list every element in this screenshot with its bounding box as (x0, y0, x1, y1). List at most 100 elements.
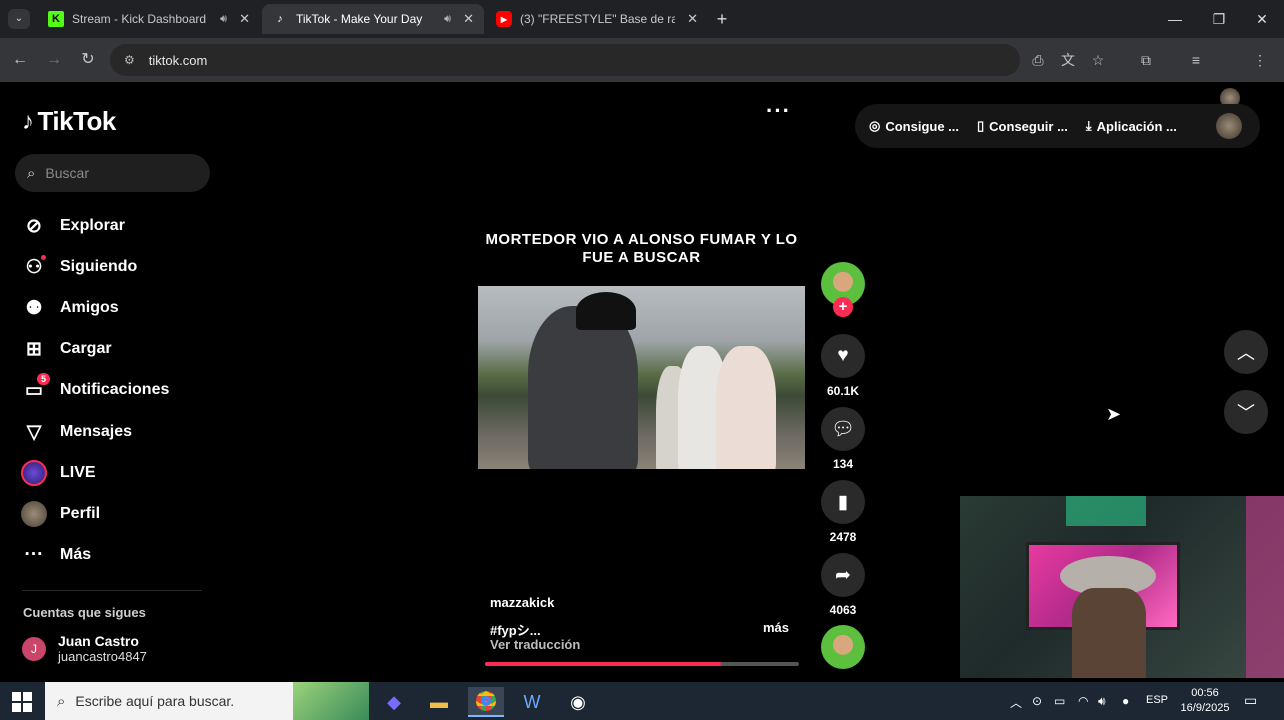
speaker-icon[interactable]: 🔊︎ (444, 13, 451, 26)
nav-notificaciones[interactable]: ▭ 5 Notificaciones (20, 373, 169, 406)
wifi-icon[interactable]: ◠ (1078, 694, 1088, 708)
get-app-button[interactable]: ▯ Conseguir ... (977, 118, 1068, 134)
minimize-icon[interactable]: — (1162, 8, 1188, 30)
reload-icon[interactable]: ↻ (78, 50, 98, 70)
comment-button[interactable]: 💬︎ (821, 407, 865, 451)
system-clock[interactable]: 00:56 16/9/2025 (1178, 686, 1232, 716)
more-icon: ··· (24, 544, 44, 565)
bookmark-star-icon[interactable]: ☆ (1088, 50, 1108, 70)
taskbar-search-input[interactable]: ⌕ Escribe aquí para buscar. (45, 682, 369, 720)
speaker-icon[interactable]: 🔊︎ (220, 13, 227, 26)
nav-amigos[interactable]: ⚉ Amigos (20, 292, 118, 324)
tab-title: Stream - Kick Dashboard (72, 12, 207, 26)
notification-center-icon[interactable]: ▭ (1244, 692, 1257, 709)
account-avatar: J (22, 636, 46, 661)
battery-icon[interactable]: ▭ (1054, 694, 1065, 708)
kick-icon: K (48, 11, 64, 27)
tab-tiktok[interactable]: ♪ TikTok - Make Your Day 🔊︎ ✕ (262, 4, 484, 34)
video-progress-bar[interactable] (485, 662, 799, 666)
search-input[interactable]: ⌕ Buscar (15, 154, 210, 192)
bookmark-icon: ▮ (837, 491, 849, 513)
previous-video-button[interactable]: ︿ (1224, 330, 1268, 374)
tray-expand-icon[interactable]: ︿ (1010, 694, 1022, 711)
divider (22, 590, 202, 591)
browser-tab-bar: ⌄ K Stream - Kick Dashboard 🔊︎ ✕ ♪ TikTo… (0, 0, 1284, 38)
upload-icon: ⊞ (26, 338, 42, 360)
comment-count: 134 (832, 457, 854, 471)
close-tab-icon[interactable]: ✕ (463, 11, 474, 27)
tab-search-button[interactable]: ⌄ (8, 9, 30, 29)
download-icon: ⤓ (1085, 118, 1092, 133)
windows-taskbar: ⌕ Escribe aquí para buscar. ◆ ▬ W ◉ ︿ ⊙ … (0, 682, 1284, 720)
video-caption-overlay: MORTEDOR VIO A ALONSO FUMAR Y LO FUE A B… (485, 231, 798, 266)
back-icon[interactable]: ← (10, 50, 30, 70)
nav-live[interactable]: LIVE (20, 457, 96, 489)
nav-cargar[interactable]: ⊞ Cargar (20, 333, 112, 365)
get-coins-button[interactable]: ◎ Consigue ... (869, 118, 959, 134)
close-tab-icon[interactable]: ✕ (239, 11, 250, 27)
chrome-icon[interactable] (468, 687, 504, 717)
next-video-button[interactable]: ﹀ (1224, 390, 1268, 434)
share-icon: ➦ (835, 564, 851, 586)
like-button[interactable]: ♥ (821, 334, 865, 378)
tiktok-logo[interactable]: ♪ TikTok (22, 106, 116, 137)
video-figure (528, 306, 638, 469)
comment-icon: 💬︎ (830, 419, 856, 440)
nav-siguiendo[interactable]: ⚇ Siguiendo (20, 251, 137, 283)
share-button[interactable]: ➦ (821, 553, 865, 597)
video-username[interactable]: mazzakick (490, 595, 554, 610)
volume-icon[interactable]: 🔊︎ (1098, 694, 1106, 709)
more-description-button[interactable]: más (763, 620, 789, 635)
copilot-icon[interactable]: ◆ (376, 687, 412, 717)
install-app-icon[interactable]: ⎙ (1028, 50, 1048, 70)
following-account-item[interactable]: J Juan Castro juancastro4847 (22, 633, 147, 664)
tab-youtube[interactable]: ▶ (3) "FREESTYLE" Base de rap | Pi ✕ (486, 4, 708, 34)
video-figure (716, 346, 776, 469)
file-explorer-icon[interactable]: ▬ (421, 687, 457, 717)
language-indicator[interactable]: ESP (1146, 694, 1168, 706)
account-handle: juancastro4847 (58, 649, 147, 664)
media-controls-icon[interactable]: ≡ (1186, 50, 1206, 70)
close-window-icon[interactable]: ✕ (1249, 8, 1275, 30)
webcam-light (1066, 496, 1146, 526)
extensions-icon[interactable]: ⧉ (1136, 50, 1156, 70)
chevron-up-icon: ︿ (1237, 343, 1255, 363)
obs-icon[interactable]: ◉ (560, 687, 596, 717)
windows-start-icon[interactable] (12, 692, 32, 712)
notification-badge: 5 (36, 373, 50, 385)
coin-icon: ◎ (869, 118, 881, 133)
forward-icon[interactable]: → (44, 50, 64, 70)
video-options-icon[interactable]: ··· (766, 98, 791, 124)
tab-title: TikTok - Make Your Day (296, 12, 423, 26)
user-avatar[interactable] (1216, 113, 1242, 139)
nav-mas[interactable]: ··· Más (20, 539, 92, 571)
close-tab-icon[interactable]: ✕ (687, 11, 698, 27)
tab-kick[interactable]: K Stream - Kick Dashboard 🔊︎ ✕ (38, 4, 260, 34)
video-player[interactable] (478, 286, 805, 469)
microphone-icon[interactable]: ● (1122, 694, 1129, 708)
webcam-person (1072, 588, 1146, 678)
inbox-icon: ▭ 5 (20, 373, 50, 404)
tiktok-icon: ♪ (277, 13, 283, 25)
translate-icon[interactable]: 文 (1058, 50, 1078, 70)
url-text: tiktok.com (148, 52, 208, 68)
translate-button[interactable]: Ver traducción (490, 637, 580, 652)
browser-menu-icon[interactable]: ⋮ (1250, 50, 1270, 70)
app-icon[interactable]: W (514, 687, 550, 717)
download-app-button[interactable]: ⤓ Aplicación ... (1086, 118, 1177, 134)
new-tab-button[interactable]: + (712, 9, 732, 29)
save-button[interactable]: ▮ (821, 480, 865, 524)
video-progress-fill (485, 662, 721, 666)
nav-explorar[interactable]: ⊘ Explorar (20, 210, 125, 242)
restore-icon[interactable]: ❐ (1206, 8, 1232, 30)
follow-plus-icon[interactable]: + (833, 297, 853, 317)
account-name: Juan Castro (58, 633, 139, 649)
nav-perfil[interactable]: Perfil (20, 498, 100, 530)
site-info-icon[interactable]: ⚙ (124, 53, 135, 67)
address-bar[interactable]: ⚙ tiktok.com (110, 44, 1020, 76)
sound-avatar[interactable] (821, 625, 865, 669)
following-accounts-title: Cuentas que sigues (23, 605, 146, 620)
tray-app-icon[interactable]: ⊙ (1032, 694, 1042, 708)
webcam-side-light (1246, 496, 1284, 678)
nav-mensajes[interactable]: ▽ Mensajes (20, 416, 132, 448)
